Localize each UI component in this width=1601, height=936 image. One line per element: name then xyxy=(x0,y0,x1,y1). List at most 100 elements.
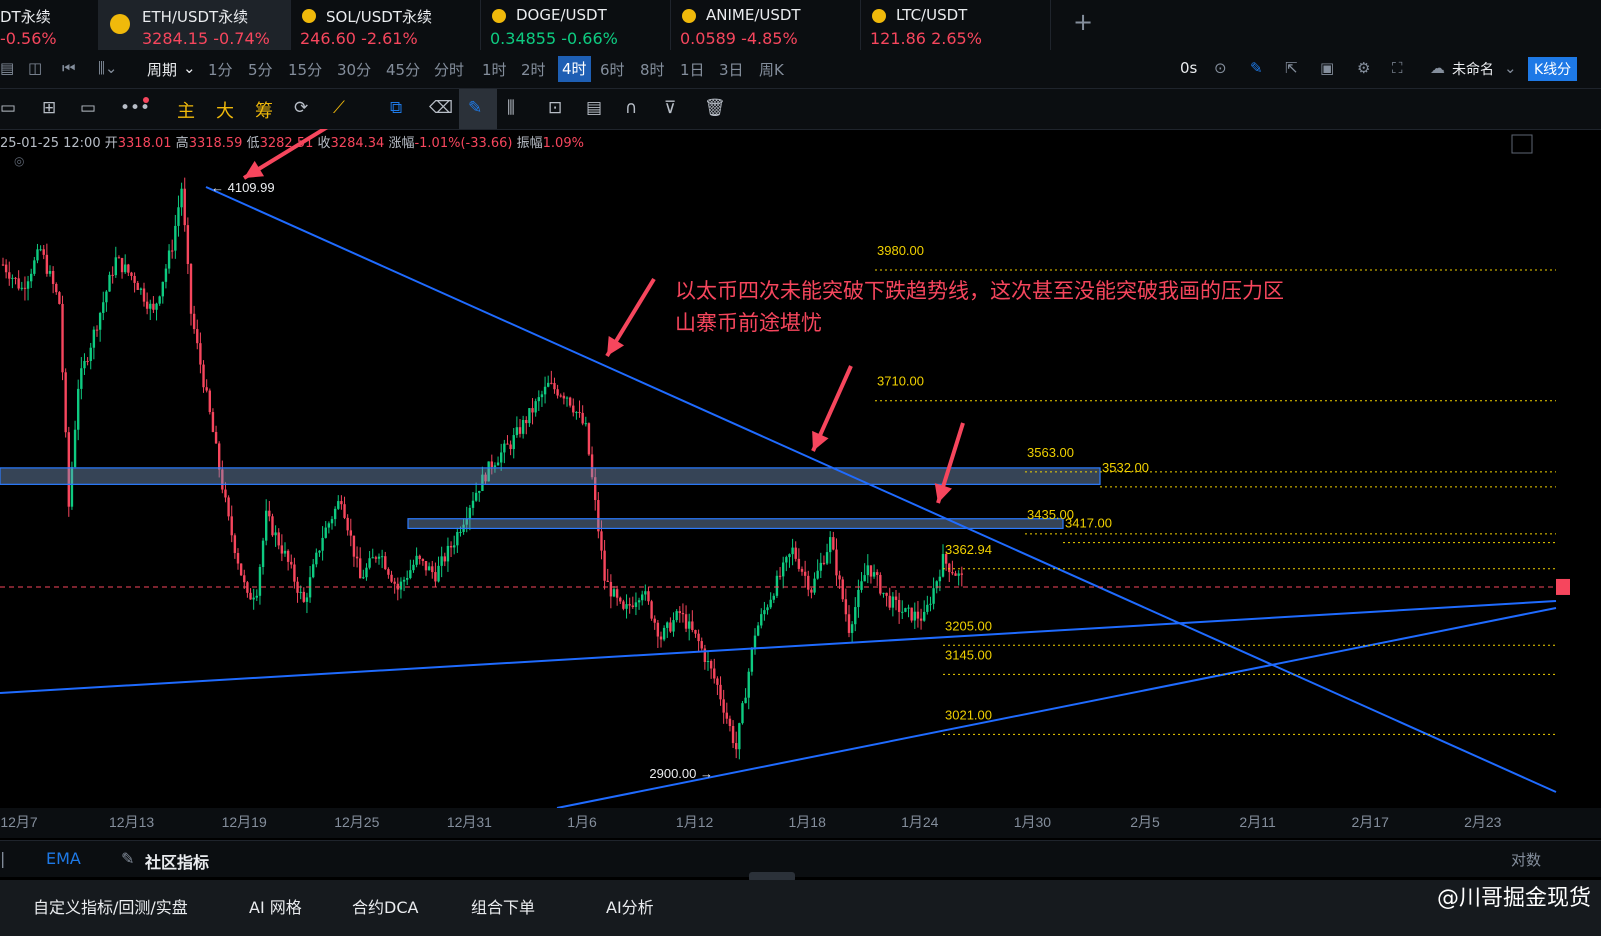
candle-body xyxy=(180,188,183,208)
menu-custom-indicator[interactable]: 自定义指标/回测/实盘 xyxy=(33,894,188,918)
tab-4[interactable]: ANIME/USDT 0.0589 -4.85% xyxy=(670,0,861,50)
candle-body xyxy=(894,596,898,600)
candle-body xyxy=(449,545,453,548)
candle-body xyxy=(330,519,334,524)
candle-body xyxy=(756,625,760,636)
interval-1[interactable]: 5分 xyxy=(248,59,273,80)
candle-body xyxy=(421,559,425,562)
candle-body xyxy=(23,287,27,289)
candle-body xyxy=(653,618,656,623)
price-chart[interactable]: 3980.003710.003563.003532.003435.003417.… xyxy=(0,129,1601,840)
pen-icon[interactable]: ✎ xyxy=(1250,59,1263,77)
copy-icon[interactable]: ⧉ xyxy=(390,98,402,118)
candle-body xyxy=(92,329,96,348)
ruler-icon[interactable]: ▭ xyxy=(0,98,16,118)
big-order-button[interactable]: 大 xyxy=(216,97,234,123)
candle-body xyxy=(888,595,891,608)
candle-body xyxy=(205,387,208,391)
log-scale-button[interactable]: 对数 xyxy=(1511,849,1541,870)
tab-5[interactable]: LTC/USDT 121.86 2.65% xyxy=(860,0,1051,50)
candle-body xyxy=(171,250,174,252)
candle-body xyxy=(547,382,550,387)
cloud-icon[interactable]: ☁ xyxy=(1430,59,1445,77)
interval-toolbar: ▤ ◫ ⏮ ⫼⌄ 周期 ⌄ 1分 5分 15分 30分 45分 分时 1时 2时 4时 6时 8时 1… xyxy=(0,50,1601,89)
tab-2[interactable]: SOL/USDT永续 246.60 -2.61% xyxy=(290,0,481,50)
interval-3[interactable]: 30分 xyxy=(337,59,371,80)
rewind-icon[interactable]: ⏮ xyxy=(62,59,76,77)
menu-ai-grid[interactable]: AI 网格 xyxy=(249,894,302,918)
grid-icon[interactable]: ◫ xyxy=(28,59,42,77)
tab-3[interactable]: DOGE/USDT 0.34855 -0.66% xyxy=(480,0,671,50)
chips-button[interactable]: 筹 xyxy=(255,97,273,123)
trendline-icon[interactable]: ⟋ xyxy=(333,98,345,118)
community-indicator-button[interactable]: 社区指标 xyxy=(145,849,209,873)
candle-body xyxy=(377,556,381,559)
interval-7[interactable]: 2时 xyxy=(521,59,546,80)
menu-ai-analysis[interactable]: AI分析 xyxy=(606,894,654,918)
candle-body xyxy=(14,277,17,279)
candle-body xyxy=(691,621,694,630)
kline-button[interactable]: K线分 xyxy=(1528,57,1578,81)
x-tick-label: 2月17 xyxy=(1352,814,1390,830)
ema-button[interactable]: EMA xyxy=(46,849,81,868)
candle-body xyxy=(568,397,572,406)
candle-body xyxy=(390,574,393,582)
candle-body xyxy=(688,621,691,629)
main-indicator-button[interactable]: 主 xyxy=(177,97,195,123)
refresh-icon[interactable]: ⟳ xyxy=(294,98,308,118)
candle-type-icon[interactable]: ⫼⌄ xyxy=(98,59,117,77)
camera-icon[interactable]: ⊙ xyxy=(1214,59,1227,77)
interval-2[interactable]: 15分 xyxy=(288,59,322,80)
candle-body xyxy=(512,435,515,450)
layout-icon[interactable]: ▤ xyxy=(0,59,14,77)
candle-body xyxy=(83,360,86,369)
tab-price: -0.56% xyxy=(0,29,57,48)
candles-icon[interactable]: ⫼ xyxy=(507,98,515,118)
trash-icon[interactable]: 🗑 xyxy=(704,98,726,118)
tab-1[interactable]: ETH/USDT永续 3284.15 -0.74% xyxy=(98,0,291,50)
eraser-icon[interactable]: ⌫ xyxy=(429,98,453,118)
draw-icon[interactable]: ✎ xyxy=(468,98,482,118)
candle-body xyxy=(20,287,23,289)
interval-10[interactable]: 8时 xyxy=(640,59,665,80)
tab-name: ETH/USDT永续 xyxy=(142,8,249,26)
interval-11[interactable]: 1日 xyxy=(680,59,705,80)
candle-body xyxy=(471,500,475,508)
candle-body xyxy=(772,595,775,600)
candle-body xyxy=(731,726,735,744)
lock-icon[interactable]: ⊡ xyxy=(548,98,562,118)
menu-combo-order[interactable]: 组合下单 xyxy=(471,894,535,918)
candle-body xyxy=(158,296,161,304)
magnet-icon[interactable]: ∩ xyxy=(625,98,637,118)
interval-6[interactable]: 1时 xyxy=(482,59,507,80)
candle-body xyxy=(531,408,534,413)
interval-9[interactable]: 6时 xyxy=(600,59,625,80)
chevron-down-icon: ⌄ xyxy=(183,59,196,77)
menu-dca[interactable]: 合约DCA xyxy=(352,894,418,918)
candle-body xyxy=(957,573,960,576)
cursor-icon[interactable]: ⇱ xyxy=(1285,59,1298,77)
candle-body xyxy=(230,516,233,536)
filter-icon[interactable]: ⊽ xyxy=(664,98,676,118)
candle-body xyxy=(283,550,287,554)
interval-12[interactable]: 3日 xyxy=(719,59,744,80)
period-select[interactable]: 周期 xyxy=(147,59,177,80)
template-icon[interactable]: ▤ xyxy=(586,98,602,118)
fullscreen-icon[interactable]: ⛶ xyxy=(1392,59,1403,77)
screenshot-icon[interactable]: ▣ xyxy=(1320,59,1334,77)
settings-icon[interactable]: ⚙ xyxy=(1357,59,1370,77)
candle-body xyxy=(61,303,64,373)
interval-8[interactable]: 4时 xyxy=(558,56,591,82)
add-tab-icon[interactable]: + xyxy=(1073,8,1093,36)
add-indicator-icon[interactable]: ⊞ xyxy=(42,98,56,118)
tab-0[interactable]: DT永续 -0.56% xyxy=(0,0,99,50)
layout-name[interactable]: 未命名 xyxy=(1452,59,1494,79)
candle-body xyxy=(130,272,133,276)
interval-5[interactable]: 分时 xyxy=(434,59,464,80)
interval-0[interactable]: 1分 xyxy=(208,59,233,80)
candle-body xyxy=(916,611,920,619)
rectangle-icon[interactable]: ▭ xyxy=(80,98,96,118)
candle-body xyxy=(662,627,666,640)
interval-13[interactable]: 周K xyxy=(759,59,784,80)
interval-4[interactable]: 45分 xyxy=(386,59,420,80)
